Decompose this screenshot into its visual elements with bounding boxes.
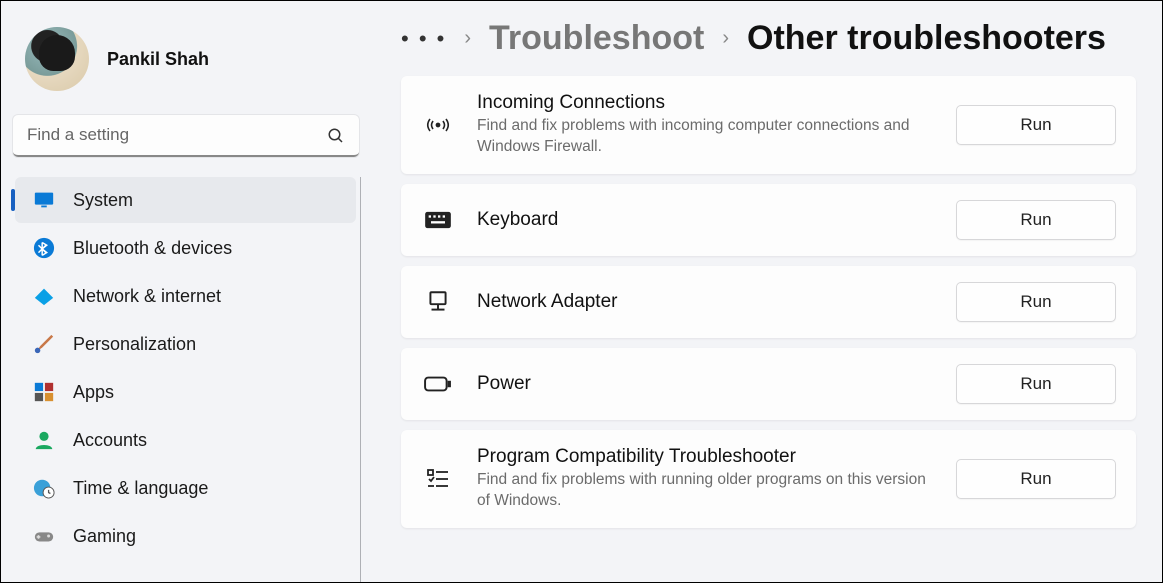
battery-icon — [423, 371, 453, 397]
avatar — [25, 27, 89, 91]
sidebar-item-label: Accounts — [73, 430, 147, 451]
sidebar-item-network-internet[interactable]: Network & internet — [15, 273, 356, 319]
wifi-icon — [33, 285, 55, 307]
brush-icon — [33, 333, 55, 355]
run-button[interactable]: Run — [956, 364, 1116, 404]
run-button[interactable]: Run — [956, 105, 1116, 145]
net-adapter-icon — [423, 289, 453, 315]
sidebar-nav: System Bluetooth & devices Network & inter… — [11, 177, 361, 582]
card-body: Power — [477, 373, 932, 395]
profile-block[interactable]: Pankil Shah — [11, 21, 361, 109]
card-body: Network Adapter — [477, 291, 932, 313]
card-title: Incoming Connections — [477, 92, 932, 114]
sidebar-item-label: Gaming — [73, 526, 136, 547]
breadcrumb: • • • › Troubleshoot › Other troubleshoo… — [401, 19, 1136, 58]
profile-name: Pankil Shah — [107, 49, 209, 70]
run-button[interactable]: Run — [956, 200, 1116, 240]
gamepad-icon — [33, 525, 55, 547]
breadcrumb-current: Other troubleshooters — [747, 19, 1106, 58]
list-check-icon — [423, 466, 453, 492]
card-title: Power — [477, 373, 932, 395]
troubleshooter-list: Incoming ConnectionsFind and fix problem… — [401, 76, 1136, 528]
sidebar-item-label: Network & internet — [73, 286, 221, 307]
sidebar-item-apps[interactable]: Apps — [15, 369, 356, 415]
chevron-right-icon: › — [722, 27, 729, 50]
search-icon — [327, 127, 345, 145]
run-button[interactable]: Run — [956, 459, 1116, 499]
monitor-icon — [33, 189, 55, 211]
run-button[interactable]: Run — [956, 282, 1116, 322]
sidebar-item-label: Apps — [73, 382, 114, 403]
sidebar-item-label: Time & language — [73, 478, 208, 499]
breadcrumb-ellipsis[interactable]: • • • — [401, 26, 446, 52]
sidebar-item-label: System — [73, 190, 133, 211]
troubleshooter-card: Program Compatibility TroubleshooterFind… — [401, 430, 1136, 528]
troubleshooter-card: Power Run — [401, 348, 1136, 420]
card-title: Keyboard — [477, 209, 932, 231]
card-body: Keyboard — [477, 209, 932, 231]
card-description: Find and fix problems with running older… — [477, 470, 932, 512]
search-input[interactable] — [13, 115, 359, 157]
keyboard-icon — [423, 207, 453, 233]
card-body: Program Compatibility TroubleshooterFind… — [477, 446, 932, 512]
chevron-right-icon: › — [464, 27, 471, 50]
person-icon — [33, 429, 55, 451]
apps-icon — [33, 381, 55, 403]
troubleshooter-card: Network Adapter Run — [401, 266, 1136, 338]
antenna-icon — [423, 112, 453, 138]
breadcrumb-prev[interactable]: Troubleshoot — [489, 19, 704, 58]
sidebar-item-bluetooth-devices[interactable]: Bluetooth & devices — [15, 225, 356, 271]
troubleshooter-card: Incoming ConnectionsFind and fix problem… — [401, 76, 1136, 174]
card-title: Network Adapter — [477, 291, 932, 313]
card-title: Program Compatibility Troubleshooter — [477, 446, 932, 468]
sidebar-item-time-language[interactable]: Time & language — [15, 465, 356, 511]
sidebar-item-personalization[interactable]: Personalization — [15, 321, 356, 367]
sidebar-item-gaming[interactable]: Gaming — [15, 513, 356, 559]
sidebar-item-system[interactable]: System — [15, 177, 356, 223]
sidebar-item-label: Bluetooth & devices — [73, 238, 232, 259]
sidebar-item-accounts[interactable]: Accounts — [15, 417, 356, 463]
card-body: Incoming ConnectionsFind and fix problem… — [477, 92, 932, 158]
search-wrap — [13, 115, 359, 157]
sidebar-item-label: Personalization — [73, 334, 196, 355]
troubleshooter-card: Keyboard Run — [401, 184, 1136, 256]
bluetooth-icon — [33, 237, 55, 259]
globe-clock-icon — [33, 477, 55, 499]
card-description: Find and fix problems with incoming comp… — [477, 116, 932, 158]
main-content: • • • › Troubleshoot › Other troubleshoo… — [371, 1, 1162, 582]
sidebar: Pankil Shah System Bluetooth & devices Net… — [1, 1, 371, 582]
